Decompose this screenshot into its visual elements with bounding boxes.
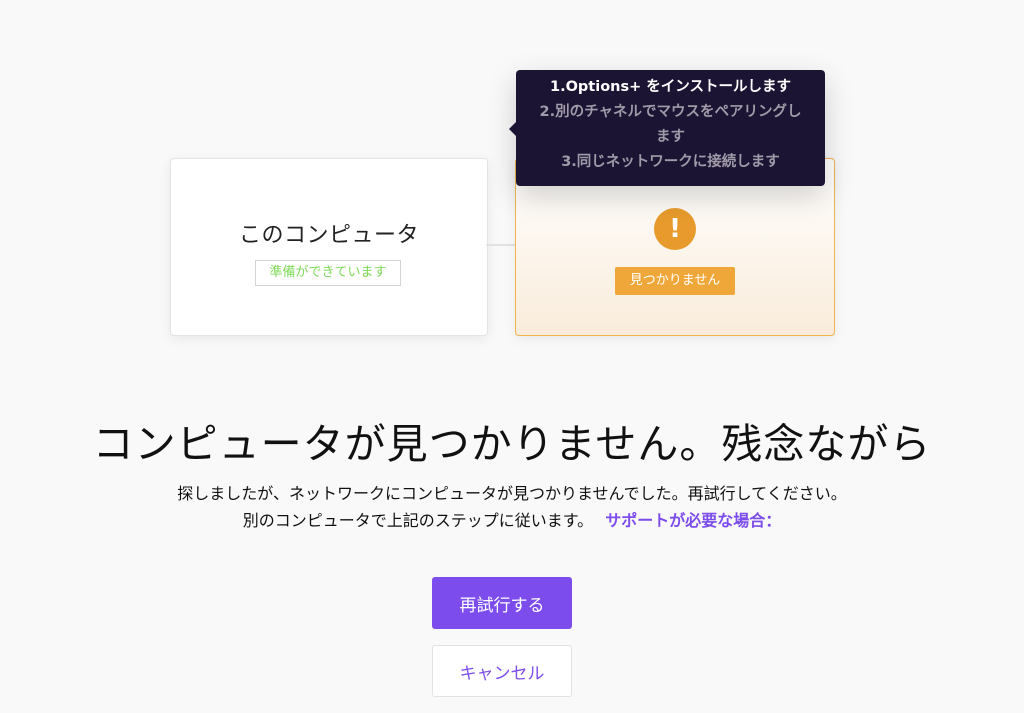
connector-line <box>486 244 518 246</box>
pairing-page: このコンピュータ 準備ができています ! 見つかりません 1.Options+ … <box>0 0 1024 713</box>
exclamation-icon: ! <box>654 208 696 250</box>
not-found-status-badge: 見つかりません <box>615 267 735 295</box>
tooltip-step-3: 3.同じネットワークに接続します <box>561 154 780 170</box>
retry-button[interactable]: 再試行する <box>432 577 572 629</box>
cancel-button[interactable]: キャンセル <box>432 645 572 697</box>
description-line-1: 探しましたが、ネットワークにコンピュータが見つかりませんでした。再試行してくださ… <box>177 484 847 503</box>
description-line-2: 別のコンピュータで上記のステップに従います。 サポートが必要な場合： <box>0 507 1024 531</box>
ready-status-badge: 準備ができています <box>255 260 401 286</box>
support-link[interactable]: サポートが必要な場合： <box>605 511 781 530</box>
tooltip-step-1: 1.Options+ をインストールします <box>549 79 792 95</box>
tooltip-step-2: 2.別のチャネルでマウスをペアリングします <box>539 104 802 145</box>
steps-tooltip: 1.Options+ をインストールします 2.別のチャネルでマウスをペアリング… <box>509 70 825 186</box>
page-heading: コンピュータが見つかりません。残念ながら <box>92 420 932 468</box>
this-computer-title: このコンピュータ <box>238 223 419 248</box>
description-line-2-text: 別のコンピュータで上記のステップに従います。 <box>242 511 594 530</box>
this-computer-card: このコンピュータ 準備ができています <box>170 158 488 336</box>
